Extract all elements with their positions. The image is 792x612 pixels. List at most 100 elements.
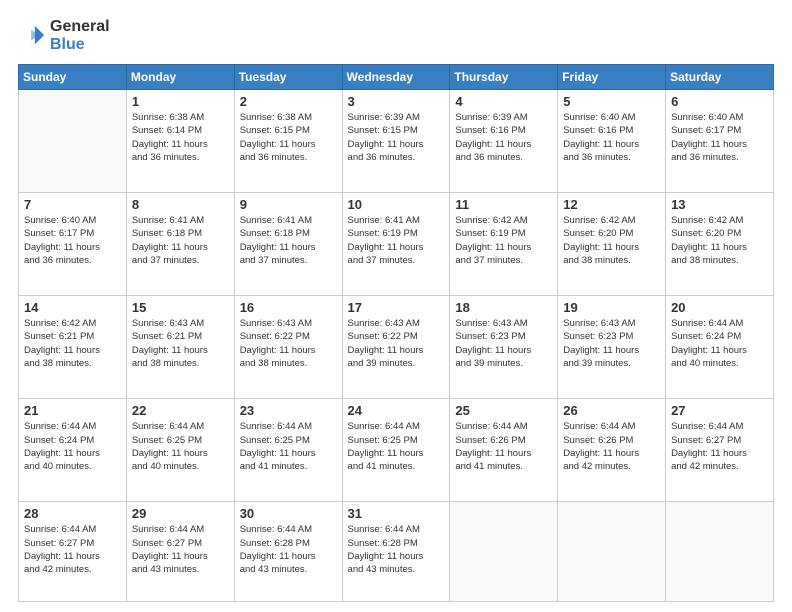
day-number: 24: [348, 403, 445, 418]
day-number: 11: [455, 197, 552, 212]
day-number: 22: [132, 403, 229, 418]
calendar-cell: [450, 502, 558, 602]
calendar-cell: 10 Sunrise: 6:41 AM Sunset: 6:19 PM Dayli…: [342, 193, 450, 296]
day-info: Sunrise: 6:41 AM Sunset: 6:18 PM Dayligh…: [240, 214, 337, 267]
page: General Blue SundayMondayTuesdayWednesda…: [0, 0, 792, 612]
day-info: Sunrise: 6:44 AM Sunset: 6:24 PM Dayligh…: [671, 317, 768, 370]
calendar-cell: 1 Sunrise: 6:38 AM Sunset: 6:14 PM Daylig…: [126, 90, 234, 193]
calendar-cell: 24 Sunrise: 6:44 AM Sunset: 6:25 PM Dayli…: [342, 399, 450, 502]
day-info: Sunrise: 6:40 AM Sunset: 6:17 PM Dayligh…: [24, 214, 121, 267]
calendar-cell: [666, 502, 774, 602]
calendar-cell: 3 Sunrise: 6:39 AM Sunset: 6:15 PM Daylig…: [342, 90, 450, 193]
day-info: Sunrise: 6:44 AM Sunset: 6:28 PM Dayligh…: [348, 523, 445, 576]
day-number: 7: [24, 197, 121, 212]
day-number: 20: [671, 300, 768, 315]
day-info: Sunrise: 6:42 AM Sunset: 6:21 PM Dayligh…: [24, 317, 121, 370]
calendar-cell: 13 Sunrise: 6:42 AM Sunset: 6:20 PM Dayli…: [666, 193, 774, 296]
calendar-cell: 16 Sunrise: 6:43 AM Sunset: 6:22 PM Dayli…: [234, 296, 342, 399]
calendar-cell: 2 Sunrise: 6:38 AM Sunset: 6:15 PM Daylig…: [234, 90, 342, 193]
day-number: 4: [455, 94, 552, 109]
day-number: 17: [348, 300, 445, 315]
day-info: Sunrise: 6:44 AM Sunset: 6:25 PM Dayligh…: [132, 420, 229, 473]
calendar-cell: 19Sunrise: 6:43 AM Sunset: 6:23 PM Dayli…: [558, 296, 666, 399]
calendar-cell: 9Sunrise: 6:41 AM Sunset: 6:18 PM Daylig…: [234, 193, 342, 296]
day-number: 27: [671, 403, 768, 418]
calendar-cell: 6 Sunrise: 6:40 AM Sunset: 6:17 PM Daylig…: [666, 90, 774, 193]
day-number: 5: [563, 94, 660, 109]
calendar-cell: 27 Sunrise: 6:44 AM Sunset: 6:27 PM Dayli…: [666, 399, 774, 502]
day-info: Sunrise: 6:42 AM Sunset: 6:20 PM Dayligh…: [563, 214, 660, 267]
generalblue-logo-icon: [18, 22, 46, 50]
day-number: 15: [132, 300, 229, 315]
day-number: 3: [348, 94, 445, 109]
calendar-cell: 11 Sunrise: 6:42 AM Sunset: 6:19 PM Dayli…: [450, 193, 558, 296]
calendar-cell: 25 Sunrise: 6:44 AM Sunset: 6:26 PM Dayli…: [450, 399, 558, 502]
day-info: Sunrise: 6:41 AM Sunset: 6:19 PM Dayligh…: [348, 214, 445, 267]
day-number: 10: [348, 197, 445, 212]
logo: General Blue: [18, 18, 110, 54]
day-number: 2: [240, 94, 337, 109]
day-info: Sunrise: 6:44 AM Sunset: 6:25 PM Dayligh…: [348, 420, 445, 473]
weekday-header-tuesday: Tuesday: [234, 65, 342, 90]
calendar-cell: 15 Sunrise: 6:43 AM Sunset: 6:21 PM Dayli…: [126, 296, 234, 399]
day-number: 29: [132, 506, 229, 521]
weekday-header-thursday: Thursday: [450, 65, 558, 90]
day-number: 12: [563, 197, 660, 212]
calendar-week-row: 21Sunrise: 6:44 AM Sunset: 6:24 PM Dayli…: [19, 399, 774, 502]
day-info: Sunrise: 6:44 AM Sunset: 6:28 PM Dayligh…: [240, 523, 337, 576]
weekday-header-friday: Friday: [558, 65, 666, 90]
calendar-week-row: 28Sunrise: 6:44 AM Sunset: 6:27 PM Dayli…: [19, 502, 774, 602]
calendar-cell: 31 Sunrise: 6:44 AM Sunset: 6:28 PM Dayli…: [342, 502, 450, 602]
day-info: Sunrise: 6:42 AM Sunset: 6:19 PM Dayligh…: [455, 214, 552, 267]
day-info: Sunrise: 6:44 AM Sunset: 6:25 PM Dayligh…: [240, 420, 337, 473]
calendar-cell: 7 Sunrise: 6:40 AM Sunset: 6:17 PM Daylig…: [19, 193, 127, 296]
calendar-cell: 12 Sunrise: 6:42 AM Sunset: 6:20 PM Dayli…: [558, 193, 666, 296]
day-info: Sunrise: 6:40 AM Sunset: 6:16 PM Dayligh…: [563, 111, 660, 164]
day-info: Sunrise: 6:43 AM Sunset: 6:22 PM Dayligh…: [348, 317, 445, 370]
weekday-header-sunday: Sunday: [19, 65, 127, 90]
day-number: 8: [132, 197, 229, 212]
day-info: Sunrise: 6:43 AM Sunset: 6:21 PM Dayligh…: [132, 317, 229, 370]
calendar-cell: 28Sunrise: 6:44 AM Sunset: 6:27 PM Dayli…: [19, 502, 127, 602]
day-number: 19: [563, 300, 660, 315]
day-number: 23: [240, 403, 337, 418]
day-info: Sunrise: 6:42 AM Sunset: 6:20 PM Dayligh…: [671, 214, 768, 267]
day-number: 1: [132, 94, 229, 109]
day-number: 28: [24, 506, 121, 521]
day-number: 31: [348, 506, 445, 521]
day-number: 25: [455, 403, 552, 418]
weekday-header-saturday: Saturday: [666, 65, 774, 90]
day-info: Sunrise: 6:44 AM Sunset: 6:26 PM Dayligh…: [563, 420, 660, 473]
calendar-cell: 22 Sunrise: 6:44 AM Sunset: 6:25 PM Dayli…: [126, 399, 234, 502]
calendar-table: SundayMondayTuesdayWednesdayThursdayFrid…: [18, 64, 774, 602]
header: General Blue: [18, 18, 774, 54]
logo-text: General Blue: [50, 18, 110, 54]
day-info: Sunrise: 6:44 AM Sunset: 6:26 PM Dayligh…: [455, 420, 552, 473]
day-info: Sunrise: 6:44 AM Sunset: 6:27 PM Dayligh…: [671, 420, 768, 473]
calendar-cell: 18Sunrise: 6:43 AM Sunset: 6:23 PM Dayli…: [450, 296, 558, 399]
day-info: Sunrise: 6:39 AM Sunset: 6:15 PM Dayligh…: [348, 111, 445, 164]
day-info: Sunrise: 6:44 AM Sunset: 6:24 PM Dayligh…: [24, 420, 121, 473]
calendar-cell: 29Sunrise: 6:44 AM Sunset: 6:27 PM Dayli…: [126, 502, 234, 602]
calendar-cell: 17 Sunrise: 6:43 AM Sunset: 6:22 PM Dayli…: [342, 296, 450, 399]
day-info: Sunrise: 6:39 AM Sunset: 6:16 PM Dayligh…: [455, 111, 552, 164]
calendar-header-row: SundayMondayTuesdayWednesdayThursdayFrid…: [19, 65, 774, 90]
day-info: Sunrise: 6:41 AM Sunset: 6:18 PM Dayligh…: [132, 214, 229, 267]
calendar-week-row: 7 Sunrise: 6:40 AM Sunset: 6:17 PM Daylig…: [19, 193, 774, 296]
day-number: 18: [455, 300, 552, 315]
calendar-cell: 5 Sunrise: 6:40 AM Sunset: 6:16 PM Daylig…: [558, 90, 666, 193]
calendar-week-row: 1 Sunrise: 6:38 AM Sunset: 6:14 PM Daylig…: [19, 90, 774, 193]
day-number: 6: [671, 94, 768, 109]
calendar-week-row: 14 Sunrise: 6:42 AM Sunset: 6:21 PM Dayli…: [19, 296, 774, 399]
day-info: Sunrise: 6:38 AM Sunset: 6:15 PM Dayligh…: [240, 111, 337, 164]
day-number: 26: [563, 403, 660, 418]
day-info: Sunrise: 6:43 AM Sunset: 6:22 PM Dayligh…: [240, 317, 337, 370]
calendar-cell: 14 Sunrise: 6:42 AM Sunset: 6:21 PM Dayli…: [19, 296, 127, 399]
day-number: 13: [671, 197, 768, 212]
calendar-cell: 21Sunrise: 6:44 AM Sunset: 6:24 PM Dayli…: [19, 399, 127, 502]
day-info: Sunrise: 6:38 AM Sunset: 6:14 PM Dayligh…: [132, 111, 229, 164]
day-number: 14: [24, 300, 121, 315]
day-info: Sunrise: 6:40 AM Sunset: 6:17 PM Dayligh…: [671, 111, 768, 164]
day-number: 16: [240, 300, 337, 315]
calendar-cell: 30Sunrise: 6:44 AM Sunset: 6:28 PM Dayli…: [234, 502, 342, 602]
